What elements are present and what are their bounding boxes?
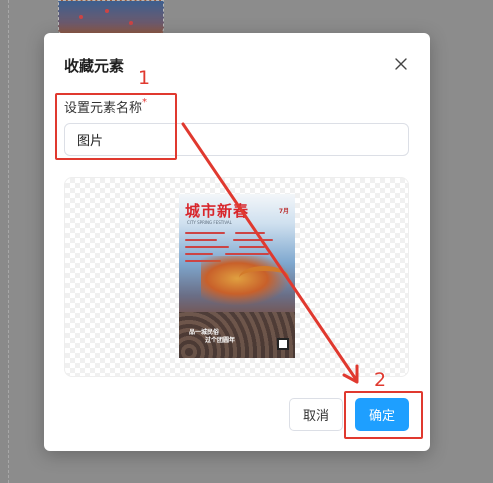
dragon-body	[239, 266, 289, 290]
poster-date: 7月	[278, 208, 289, 215]
poster-image: 城市新春 7月 CITY SPRING FESTIVAL 品一城民俗 过个团圆年	[179, 194, 295, 358]
close-button[interactable]	[392, 55, 410, 73]
cancel-button[interactable]: 取消	[289, 398, 343, 431]
dialog-title: 收藏元素	[64, 57, 125, 75]
annotation-box-1	[55, 93, 177, 160]
annotation-number-2: 2	[374, 369, 387, 391]
annotation-number-1: 1	[138, 67, 151, 89]
poster-subtitle: CITY SPRING FESTIVAL	[187, 220, 232, 225]
annotation-box-2	[344, 391, 423, 439]
poster-slogan-2: 过个团圆年	[205, 337, 236, 344]
qr-code-icon	[277, 338, 289, 350]
element-preview: 城市新春 7月 CITY SPRING FESTIVAL 品一城民俗 过个团圆年	[64, 177, 409, 377]
close-icon	[395, 58, 407, 70]
poster-title: 城市新春	[185, 202, 250, 220]
